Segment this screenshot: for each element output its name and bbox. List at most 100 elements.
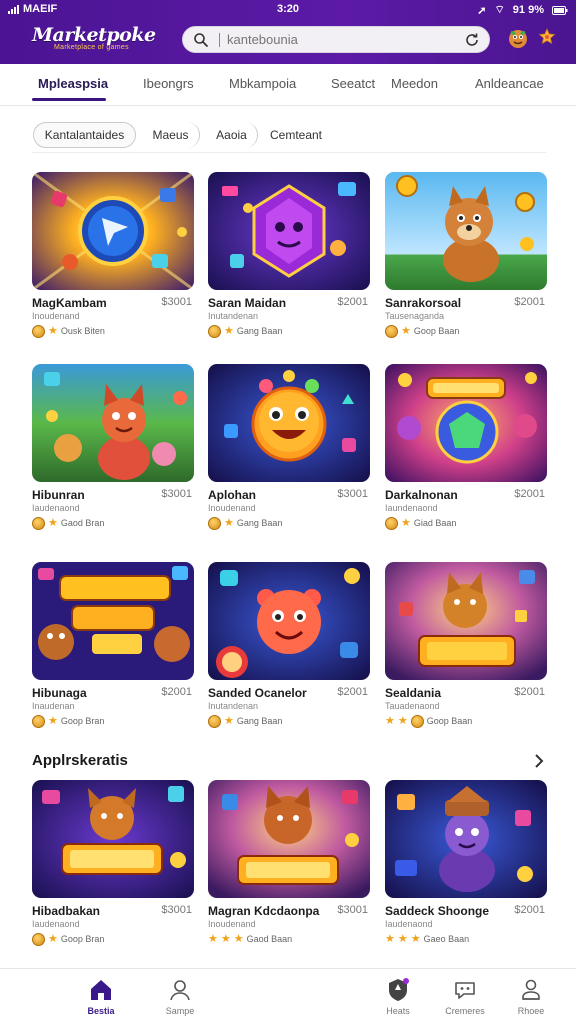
game-subtitle: Iaudenaond [385,919,433,929]
game-price: $2001 [337,686,368,698]
app-name: Marketpoke [32,24,156,46]
rating-label: Gang Baan [236,326,283,336]
rating-label: Gaod Bran [60,518,105,528]
search-bar[interactable] [182,26,490,53]
bottom-nav: Bestia Sampe Heats Cremeres Rhoee [0,968,576,1024]
profile-icon [522,979,540,1000]
nav-item-sampe[interactable]: Sampe [150,977,210,1016]
home-icon [91,980,111,1000]
chip-0[interactable]: Kantalantaides [33,122,136,148]
star-icon: ★ [224,516,234,529]
tab-0[interactable]: Mpleaspsia [38,76,108,91]
rating-label: Gang Baan [236,716,283,726]
game-price: $2001 [514,904,545,916]
coin-icon [385,324,398,338]
game-rating: ★ Gang Baan [208,516,282,530]
game-thumbnail[interactable] [385,172,547,290]
nav-item-home[interactable]: Bestia [71,977,131,1016]
chip-1[interactable]: Maeus [142,122,200,148]
game-title: Saran Maidan [208,296,287,310]
status-bar: MAEIF 3:20 ➚ ⌔ 91 9% [0,0,576,18]
shield-icon [389,978,409,1001]
game-price: $2001 [337,296,368,308]
nav-item-rhoee[interactable]: Rhoee [501,977,561,1016]
star-icon: ★ [385,714,395,727]
divider [32,152,546,153]
game-thumbnail[interactable] [32,562,194,680]
game-subtitle: Inaudenan [32,701,75,711]
game-rating: ★ Gaod Bran [32,516,104,530]
refresh-icon[interactable] [464,32,480,48]
nav-item-heats[interactable]: Heats [368,977,428,1016]
tab-2[interactable]: Mbkampoia [229,76,296,91]
avatar-icon[interactable] [506,26,530,50]
app-header: MAEIF 3:20 ➚ ⌔ 91 9% Marketpoke Marketpl… [0,0,576,64]
game-subtitle: Iaundenaond [385,503,438,513]
tab-5[interactable]: Anldeancae [475,76,544,91]
game-title: Hibunran [32,488,85,502]
game-rating: ★ ★ Goop Baan [385,714,472,728]
chip-3[interactable]: Cemteant [264,122,328,148]
rating-label: Gaod Baan [246,934,293,944]
rating-label: Ousk Biten [60,326,105,336]
star-icon: ★ [401,516,411,529]
game-title: Hibunaga [32,686,87,700]
coin-icon [410,714,424,728]
game-subtitle: Inoudenand [208,919,256,929]
star-icon: ★ [233,932,244,945]
chevron-right-icon[interactable] [532,752,546,770]
game-rating: ★ Giad Baan [385,516,456,530]
section-title: Applrskeratis [32,752,128,769]
star-icon: ★ [224,324,234,337]
nav-item-cremeres[interactable]: Cremeres [435,977,495,1016]
tab-4[interactable]: Meedon [391,76,438,91]
game-thumbnail[interactable] [208,364,370,482]
tab-1[interactable]: Ibeongrs [143,76,194,91]
game-price: $3001 [337,904,368,916]
game-title: Sanded Ocanelor [208,686,307,700]
chat-icon [455,982,475,999]
game-thumbnail[interactable] [208,562,370,680]
nav-label: Sampe [165,1006,195,1016]
game-title: Darkalnonan [385,488,458,502]
nav-label: Cremeres [445,1006,485,1016]
game-price: $2001 [514,686,545,698]
game-price: $2001 [514,296,545,308]
tab-3[interactable]: Seeatct [331,76,375,91]
star-icon[interactable] [537,27,557,47]
game-thumbnail[interactable] [208,172,370,290]
search-divider [219,33,220,47]
game-subtitle: Inutandenan [208,311,259,321]
game-thumbnail[interactable] [385,780,547,898]
category-tabs: Mpleaspsia Ibeongrs Mbkampoia Seeatct Me… [0,64,576,106]
game-subtitle: Inoudenand [208,503,256,513]
coin-icon [32,932,45,946]
star-icon: ★ [220,932,231,945]
game-price: $2001 [161,686,192,698]
search-input[interactable] [227,32,447,47]
game-subtitle: Tausenaganda [385,311,445,321]
location-icon: ➚ [477,4,487,17]
game-subtitle: Inoudenand [32,311,80,321]
app-logo[interactable]: Marketpoke Marketplace of games [32,24,156,51]
coin-icon [208,516,221,530]
search-icon [194,33,208,47]
game-thumbnail[interactable] [385,562,547,680]
rating-label: Goop Baan [426,716,473,726]
game-thumbnail[interactable] [208,780,370,898]
battery-label: 91 9% [512,4,544,16]
coin-icon [208,714,221,728]
star-icon: ★ [410,932,421,945]
game-title: Magran Kdcdaonpa [208,904,320,918]
game-rating: ★ Gang Baan [208,714,282,728]
game-thumbnail[interactable] [385,364,547,482]
game-thumbnail[interactable] [32,780,194,898]
star-icon: ★ [385,932,395,945]
game-price: $3001 [337,488,368,500]
game-thumbnail[interactable] [32,364,194,482]
game-title: Saddeck Shoonge [385,904,490,918]
chip-2[interactable]: Aaoia [206,122,258,148]
active-tab-indicator [32,98,106,101]
game-thumbnail[interactable] [32,172,194,290]
game-title: Sealdania [385,686,442,700]
